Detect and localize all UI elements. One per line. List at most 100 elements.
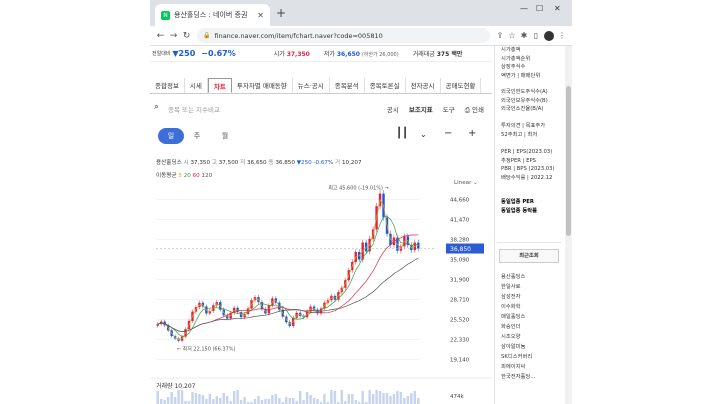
- page-scrollbar[interactable]: [565, 46, 572, 404]
- search-icon[interactable]: ⌕: [154, 102, 159, 112]
- price-chart[interactable]: 44,660 41,470 38,280 35,090 31,900 28,710 25,5…: [150, 182, 492, 404]
- recent-item-0[interactable]: 용산홀딩스: [501, 272, 535, 282]
- chevron-down-icon[interactable]: ⌄: [420, 130, 427, 139]
- menu-tab-0[interactable]: 종합정보: [150, 78, 185, 93]
- recent-item-8[interactable]: SK디스커버리: [501, 352, 535, 362]
- extensions-icon[interactable]: ✱: [518, 31, 530, 40]
- block1-item-1[interactable]: 시가총액순위: [501, 55, 540, 64]
- chart-tools: 공시 보조지표 도구 ⎙ 인쇄: [387, 104, 484, 115]
- address-bar[interactable]: 🔒 finance.naver.com/item/fchart.naver?co…: [197, 28, 490, 43]
- ma-line-60: [157, 234, 419, 333]
- ma-60: 60: [192, 173, 200, 179]
- info-vol-label: 거: [335, 160, 341, 166]
- block4-item-0[interactable]: PER | EPS(2023.03): [501, 148, 555, 157]
- maximize-icon[interactable]: ☐: [536, 4, 543, 13]
- recent-item-6[interactable]: 시조오양: [501, 332, 535, 342]
- y-tick-label: 35,090: [450, 258, 470, 264]
- menu-tab-7[interactable]: 전자공시: [406, 78, 441, 93]
- ma-20: 20: [183, 173, 191, 179]
- open-price-cell: 시가 37,350: [274, 49, 310, 58]
- period-day[interactable]: 일: [158, 128, 184, 144]
- share-icon[interactable]: ⇪: [494, 31, 506, 40]
- block2-item-1[interactable]: 외국인보유주식수(B): [501, 97, 548, 106]
- tool-disclosure[interactable]: 공시: [387, 104, 399, 115]
- sidepanel-icon[interactable]: ▯: [530, 31, 542, 40]
- recent-item-3[interactable]: 이수화학: [501, 302, 535, 312]
- recent-item-1[interactable]: 한일사료: [501, 282, 535, 292]
- volume-bar: [166, 397, 170, 404]
- bookmark-star-icon[interactable]: ☆: [506, 31, 518, 40]
- period-month[interactable]: 월: [214, 128, 236, 144]
- recent-item-5[interactable]: 화승인더: [501, 322, 535, 332]
- block1-item-2[interactable]: 상장주식수: [501, 63, 540, 72]
- tool-print[interactable]: ⎙ 인쇄: [465, 104, 484, 115]
- recent-item-2[interactable]: 삼성전자: [501, 292, 535, 302]
- menu-tab-1[interactable]: 시세: [185, 78, 208, 93]
- volume-bar: [309, 395, 312, 404]
- block2-item-0[interactable]: 외국인한도주식수(A): [501, 88, 548, 97]
- new-tab-icon[interactable]: +: [276, 6, 286, 20]
- block2-item-2[interactable]: 외국인소진율(B/A): [501, 105, 548, 114]
- recent-item-7[interactable]: 삼아알미늄: [501, 342, 535, 352]
- block3-item-1[interactable]: 52주최고 | 최저: [501, 131, 545, 140]
- minimize-icon[interactable]: —: [520, 4, 528, 13]
- print-icon: ⎙: [464, 106, 470, 114]
- recent-item-4[interactable]: 매일홀딩스: [501, 312, 535, 322]
- reload-icon[interactable]: ↻: [180, 31, 193, 41]
- volume-bar: [278, 398, 281, 404]
- menu-tab-5[interactable]: 종목분석: [330, 78, 365, 93]
- menu-tab-3[interactable]: 투자자별 매매동향: [232, 78, 293, 93]
- period-week[interactable]: 주: [186, 128, 208, 144]
- block5-item-0[interactable]: 동일업종 PER: [501, 198, 537, 207]
- zoom-in-icon[interactable]: +: [468, 128, 476, 139]
- tool-drawing[interactable]: 도구: [443, 104, 455, 115]
- compare-search-input[interactable]: 종목 또는 지수비교: [168, 104, 220, 114]
- volume-bar: [208, 394, 212, 404]
- browser-tab[interactable]: N 용산홀딩스 : 네이버 증권 ✕: [155, 4, 270, 26]
- recent-views-title[interactable]: 최근조회: [499, 249, 559, 263]
- lock-icon[interactable]: 🔒: [203, 32, 210, 39]
- block5-item-1[interactable]: 동일업종 등락률: [501, 207, 537, 216]
- close-tab-icon[interactable]: ✕: [257, 11, 264, 20]
- volume-bar: [291, 398, 295, 404]
- menu-tab-2[interactable]: 차트: [207, 78, 232, 93]
- block1-item-0[interactable]: 시가총액: [501, 46, 540, 55]
- volume-bar: [417, 398, 420, 404]
- market-cap-block: 시가총액 시가총액순위 상장주식수 액면가 | 매매단위: [501, 46, 540, 80]
- period-selector: 일 주 월 ┃┃ ⌄ − +: [150, 128, 492, 144]
- block4-item-2[interactable]: PBR | BPS (2023.03): [501, 165, 555, 174]
- profile-avatar[interactable]: [544, 30, 554, 41]
- prev-day-label: 전일대비: [152, 51, 171, 57]
- y-tick-label: 38,280: [450, 238, 470, 244]
- zoom-out-icon[interactable]: −: [444, 128, 452, 139]
- close-window-icon[interactable]: ✕: [554, 4, 561, 13]
- screen: N 용산홀딩스 : 네이버 증권 ✕ + — ☐ ✕ ← → ↻ 🔒 finan…: [0, 0, 720, 404]
- y-tick-label: 25,520: [450, 318, 470, 324]
- open-value: 37,350: [286, 51, 310, 58]
- block4-item-3[interactable]: 배당수익률 | 2022.12: [501, 174, 555, 183]
- info-volume: 10,207: [341, 160, 362, 166]
- candle-type-icon[interactable]: ┃┃: [396, 128, 408, 139]
- block1-item-3[interactable]: 액면가 | 매매단위: [501, 72, 540, 81]
- block3-item-0[interactable]: 투자의견 | 목표주가: [501, 122, 545, 131]
- back-icon[interactable]: ←: [154, 31, 167, 41]
- volume-bar: [410, 393, 413, 404]
- volume-bar: [389, 396, 392, 404]
- menu-kebab-icon[interactable]: ⋮: [556, 31, 568, 40]
- menu-tab-6[interactable]: 종목토론실: [365, 78, 406, 93]
- recent-item-9[interactable]: 피에이치씨: [501, 362, 535, 372]
- tool-indicators[interactable]: 보조지표: [409, 104, 433, 115]
- info-low-label: 저: [240, 160, 246, 166]
- scrollbar-thumb[interactable]: [566, 86, 571, 236]
- info-low: 36,650: [247, 160, 267, 166]
- volume-bar: [333, 391, 337, 404]
- forward-icon[interactable]: →: [167, 31, 180, 41]
- industry-block: 동일업종 PER 동일업종 등락률: [501, 198, 537, 215]
- menu-tab-4[interactable]: 뉴스·공시: [293, 78, 330, 93]
- low-annotation: ← 최저 22,150 (66.37%): [177, 346, 236, 353]
- info-close-label: 종: [268, 160, 274, 166]
- block4-item-1[interactable]: 추정PER | EPS: [501, 157, 555, 166]
- info-change: ▼250 -0.67%: [296, 160, 334, 166]
- menu-tab-8[interactable]: 공매도현황: [441, 78, 482, 93]
- recent-item-10[interactable]: 한국전자홀딩...: [501, 372, 535, 382]
